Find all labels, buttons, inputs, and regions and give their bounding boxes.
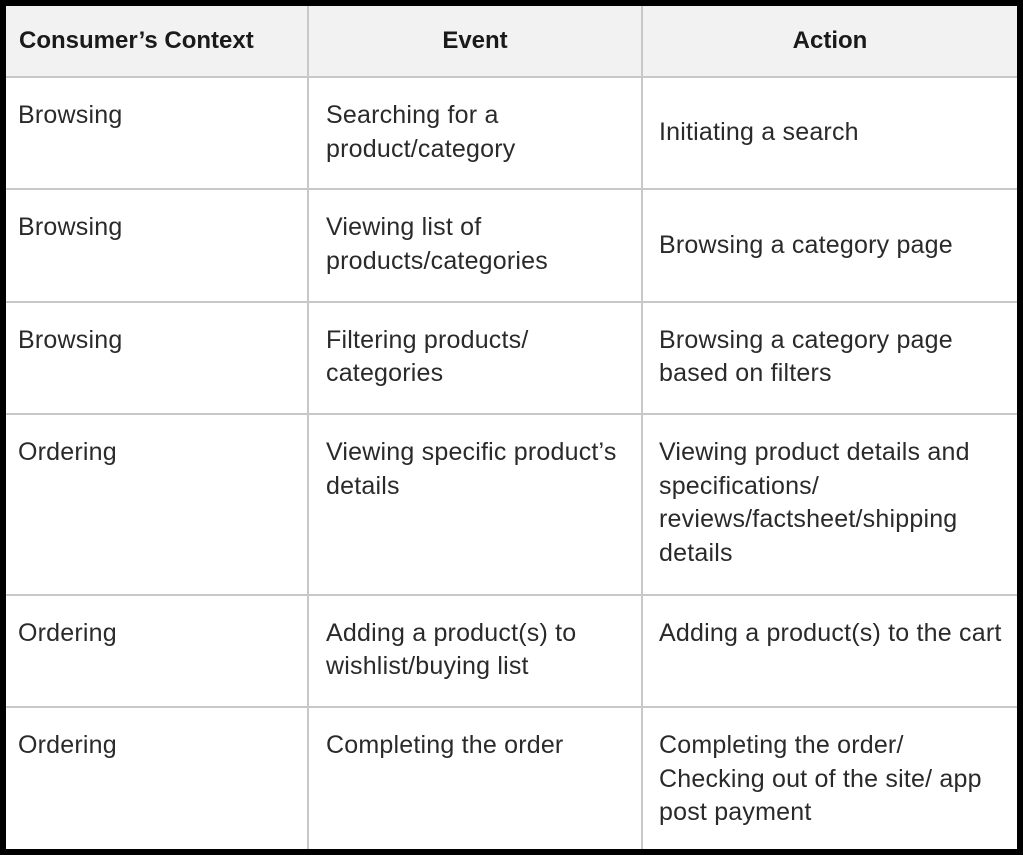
- table-row: Ordering Viewing specific product’s deta…: [6, 413, 1017, 596]
- cell-action: Initiating a search: [641, 75, 1017, 191]
- table-row: Browsing Filtering products/ categories …: [6, 300, 1017, 416]
- table-row: Ordering Adding a product(s) to wishlist…: [6, 593, 1017, 709]
- cell-event: Viewing specific product’s details: [307, 413, 643, 596]
- cell-context: Browsing: [6, 188, 309, 303]
- cell-event: Viewing list of products/categories: [307, 188, 643, 303]
- table-row: Ordering Completing the order Completing…: [6, 706, 1017, 849]
- context-event-action-table: Consumer’s Context Event Action Browsing…: [6, 6, 1017, 849]
- cell-context: Browsing: [6, 300, 309, 416]
- cell-event: Adding a product(s) to wishlist/buying l…: [307, 593, 643, 709]
- cell-context: Ordering: [6, 593, 309, 709]
- table-header-row: Consumer’s Context Event Action: [6, 6, 1017, 78]
- cell-action: Viewing product details and specificatio…: [641, 413, 1017, 596]
- table-row: Browsing Searching for a product/categor…: [6, 75, 1017, 191]
- header-event: Event: [307, 6, 643, 78]
- cell-action: Completing the order/ Checking out of th…: [641, 706, 1017, 849]
- cell-action: Adding a product(s) to the cart: [641, 593, 1017, 709]
- header-action: Action: [641, 6, 1017, 78]
- cell-context: Ordering: [6, 706, 309, 849]
- cell-action: Browsing a category page: [641, 188, 1017, 303]
- cell-event: Searching for a product/category: [307, 75, 643, 191]
- header-consumers-context: Consumer’s Context: [6, 6, 309, 78]
- cell-action: Browsing a category page based on filter…: [641, 300, 1017, 416]
- cell-context: Ordering: [6, 413, 309, 596]
- context-event-action-table-container: Consumer’s Context Event Action Browsing…: [6, 6, 1017, 849]
- cell-event: Filtering products/ categories: [307, 300, 643, 416]
- table-row: Browsing Viewing list of products/catego…: [6, 188, 1017, 303]
- cell-context: Browsing: [6, 75, 309, 191]
- cell-event: Completing the order: [307, 706, 643, 849]
